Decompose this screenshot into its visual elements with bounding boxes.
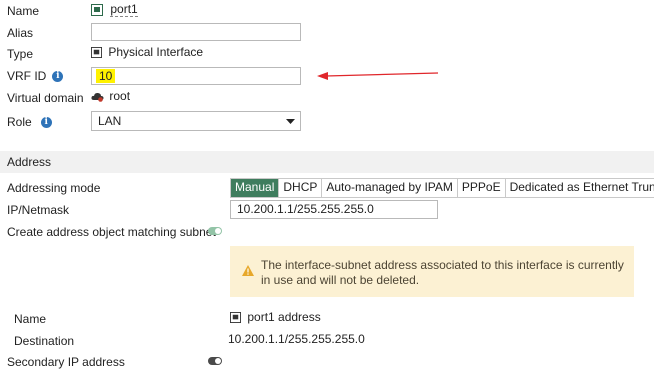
vdom-value: root <box>91 89 130 103</box>
create-object-label: Create address object matching subnet <box>7 225 216 239</box>
alias-input[interactable] <box>91 23 301 41</box>
vdom-value-text: root <box>109 89 131 103</box>
vrf-input[interactable]: 10 <box>91 67 301 85</box>
object-name-label: Name <box>14 312 47 326</box>
warning-text: The interface-subnet address associated … <box>261 258 624 287</box>
mode-ethernet-trunk-button[interactable]: Dedicated as Ethernet Trunk <box>506 179 654 197</box>
address-object-icon <box>230 312 241 324</box>
destination-label: Destination <box>14 334 75 348</box>
object-name-text: port1 address <box>247 310 321 324</box>
mode-pppoe-button[interactable]: PPPoE <box>458 179 506 197</box>
address-section-header: Address <box>0 151 654 173</box>
ipmask-input[interactable]: 10.200.1.1/255.255.255.0 <box>230 200 438 219</box>
ipmask-label: IP/Netmask <box>7 203 70 217</box>
mode-manual-button[interactable]: Manual <box>231 179 280 197</box>
vrf-label-text: VRF ID <box>7 69 47 83</box>
name-label: Name <box>7 4 40 18</box>
alias-label: Alias <box>7 26 34 40</box>
address-section-title: Address <box>7 155 52 169</box>
physical-interface-icon <box>91 47 102 59</box>
type-value: Physical Interface <box>91 45 203 59</box>
info-icon[interactable]: i <box>40 117 52 129</box>
role-label: Role i <box>7 115 52 129</box>
vrf-value-highlight: 10 <box>96 69 116 83</box>
role-select[interactable]: LAN <box>91 111 301 131</box>
mode-dhcp-button[interactable]: DHCP <box>279 179 323 197</box>
addressing-mode-label: Addressing mode <box>7 181 101 195</box>
chevron-down-icon <box>286 119 295 124</box>
destination-value: 10.200.1.1/255.255.255.0 <box>228 332 365 346</box>
warning-icon <box>242 265 254 276</box>
mode-ipam-button[interactable]: Auto-managed by IPAM <box>322 179 458 197</box>
annotation-arrow-icon <box>317 72 439 80</box>
name-value-text: port1 <box>110 2 138 17</box>
addressing-mode-selector: Manual DHCP Auto-managed by IPAM PPPoE D… <box>230 178 654 198</box>
vdom-label: Virtual domain <box>7 91 84 105</box>
type-label: Type <box>7 47 34 61</box>
object-name-value: port1 address <box>230 310 321 324</box>
role-select-value: LAN <box>98 114 122 128</box>
role-label-text: Role <box>7 115 32 129</box>
vdom-cloud-icon <box>91 93 104 103</box>
create-object-toggle[interactable] <box>208 227 222 235</box>
type-value-text: Physical Interface <box>108 45 204 59</box>
vrf-label: VRF ID i <box>7 69 64 83</box>
secondary-ip-label: Secondary IP address <box>7 355 125 369</box>
name-value: port1 <box>91 2 138 17</box>
warning-box: The interface-subnet address associated … <box>230 246 634 297</box>
port-icon <box>91 3 103 16</box>
info-icon[interactable]: i <box>52 71 64 83</box>
secondary-ip-toggle[interactable] <box>208 357 222 365</box>
